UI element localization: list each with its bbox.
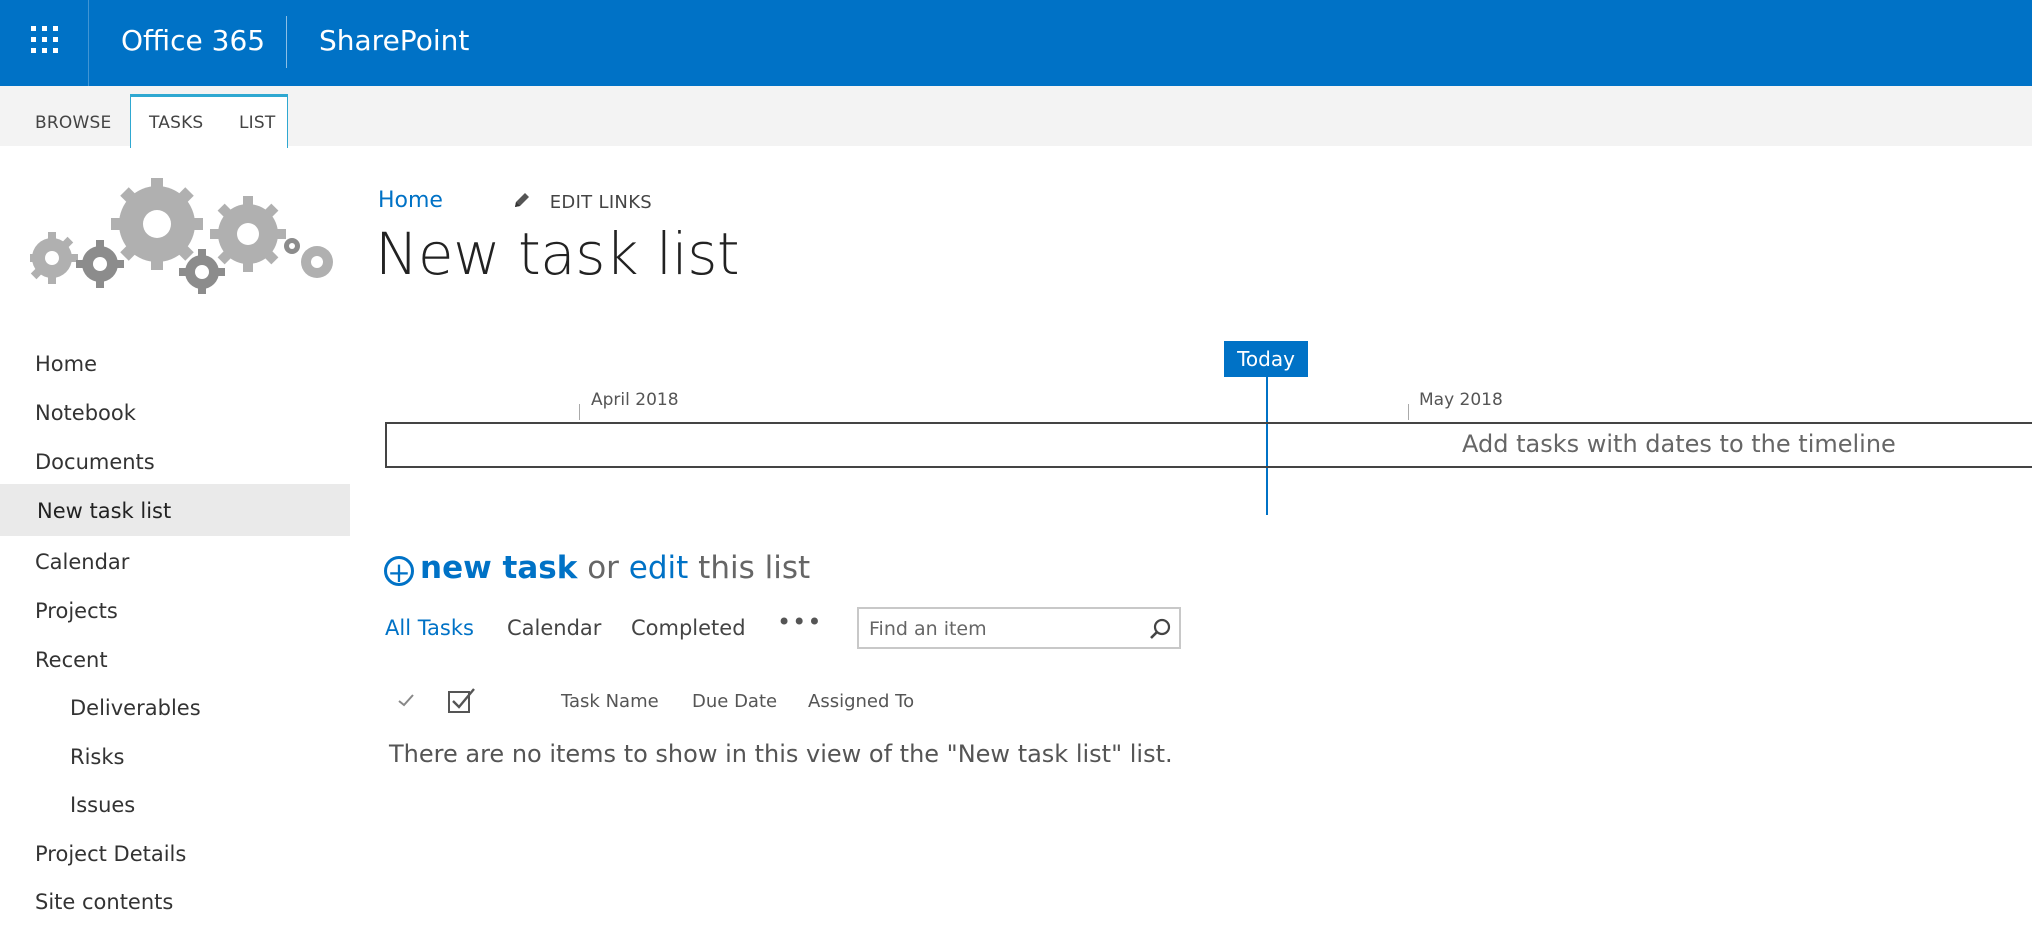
view-tab-calendar[interactable]: Calendar bbox=[507, 616, 601, 640]
nav-item-documents[interactable]: Documents bbox=[35, 450, 155, 474]
timeline-empty-message: Add tasks with dates to the timeline bbox=[1462, 430, 1896, 458]
office-365-link[interactable]: Office 365 bbox=[121, 0, 265, 86]
search-box bbox=[857, 607, 1181, 649]
or-text: or bbox=[587, 550, 619, 586]
breadcrumb-home-link[interactable]: Home bbox=[378, 188, 443, 213]
gears-icon[interactable] bbox=[30, 176, 344, 294]
nav-item-recent[interactable]: Recent bbox=[35, 648, 108, 672]
today-marker: Today bbox=[1224, 341, 1308, 377]
month-label-april: April 2018 bbox=[591, 390, 679, 410]
view-tab-completed[interactable]: Completed bbox=[631, 616, 746, 640]
column-header-assigned-to[interactable]: Assigned To bbox=[808, 691, 914, 712]
month-tick bbox=[579, 404, 580, 420]
more-views-button[interactable]: ••• bbox=[777, 608, 822, 636]
tab-tasks[interactable]: TASKS bbox=[149, 113, 203, 133]
page-title: New task list bbox=[375, 220, 740, 288]
this-list-text: this list bbox=[698, 550, 811, 586]
ribbon-bar bbox=[0, 86, 2032, 146]
new-task-link[interactable]: new task bbox=[420, 550, 577, 586]
search-input[interactable] bbox=[867, 609, 1141, 649]
column-header-due-date[interactable]: Due Date bbox=[692, 691, 777, 712]
tab-list[interactable]: LIST bbox=[239, 113, 275, 133]
suite-bar: Office 365 SharePoint bbox=[0, 0, 2032, 86]
edit-links-label: EDIT LINKS bbox=[549, 192, 653, 213]
checkmark-icon bbox=[398, 694, 414, 707]
pencil-icon bbox=[515, 193, 529, 207]
nav-item-new-task-list[interactable]: New task list bbox=[37, 499, 171, 523]
empty-list-message: There are no items to show in this view … bbox=[389, 740, 1173, 768]
view-tab-all-tasks[interactable]: All Tasks bbox=[385, 616, 474, 640]
nav-item-notebook[interactable]: Notebook bbox=[35, 401, 136, 425]
edit-links-button[interactable]: EDIT LINKS bbox=[512, 190, 652, 213]
sharepoint-link[interactable]: SharePoint bbox=[319, 0, 469, 86]
add-circle-icon[interactable]: + bbox=[384, 556, 414, 587]
month-label-may: May 2018 bbox=[1419, 390, 1503, 410]
tab-browse[interactable]: BROWSE bbox=[35, 113, 111, 133]
waffle-icon[interactable] bbox=[0, 0, 89, 86]
new-task-command: + new task or edit this list bbox=[384, 550, 811, 587]
nav-item-site-contents[interactable]: Site contents bbox=[35, 890, 173, 914]
nav-item-projects[interactable]: Projects bbox=[35, 599, 118, 623]
nav-item-risks[interactable]: Risks bbox=[70, 745, 124, 769]
nav-item-issues[interactable]: Issues bbox=[70, 793, 135, 817]
nav-item-calendar[interactable]: Calendar bbox=[35, 550, 129, 574]
column-header-task-name[interactable]: Task Name bbox=[561, 691, 659, 712]
select-all-checkbox-icon[interactable] bbox=[447, 686, 477, 716]
nav-item-deliverables[interactable]: Deliverables bbox=[70, 696, 201, 720]
edit-list-link[interactable]: edit bbox=[629, 550, 689, 586]
nav-item-project-details[interactable]: Project Details bbox=[35, 842, 186, 866]
search-icon[interactable] bbox=[1147, 616, 1173, 642]
nav-item-home[interactable]: Home bbox=[35, 352, 97, 376]
suite-separator bbox=[286, 16, 287, 68]
month-tick bbox=[1408, 404, 1409, 420]
